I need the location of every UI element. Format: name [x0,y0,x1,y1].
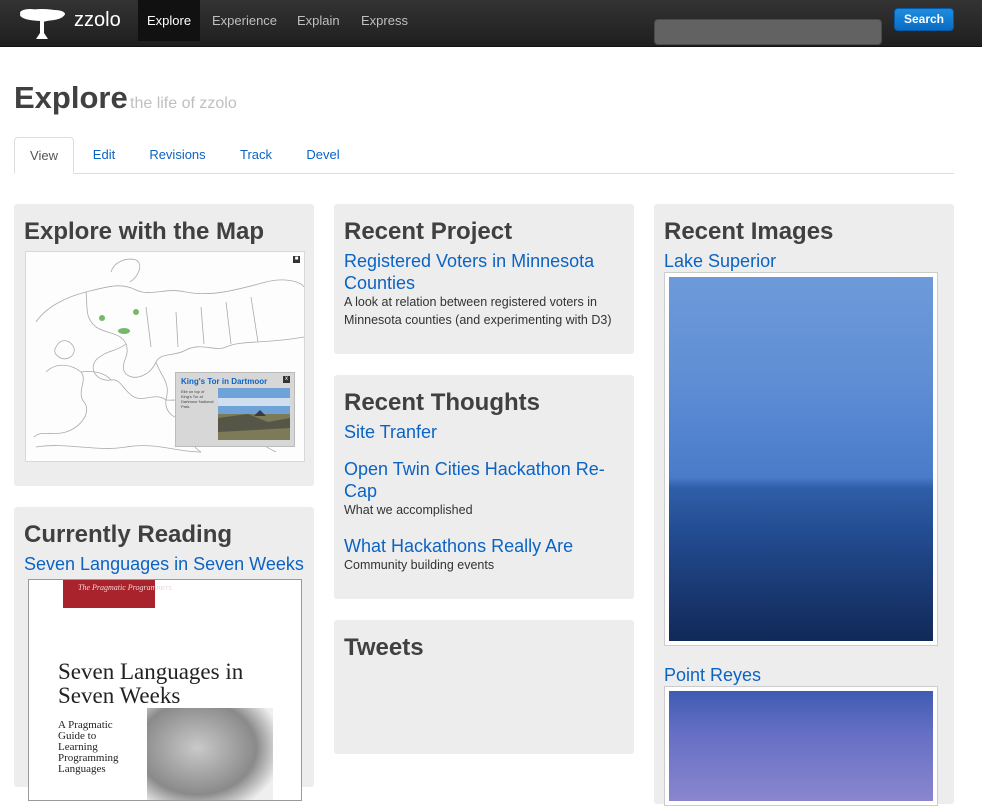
book-cover-title: Seven Languages in Seven Weeks [58,659,244,708]
nav-express[interactable]: Express [352,0,417,41]
tab-revisions[interactable]: Revisions [140,137,215,173]
photo-image [669,691,933,801]
search-input[interactable] [654,19,882,45]
tab-devel[interactable]: Devel [297,137,349,173]
images-panel: Recent Images Lake Superior Point Reyes [654,204,954,806]
tab-edit[interactable]: Edit [82,137,126,173]
europe-map[interactable]: ■ King's Tor in Dartmoor Elle on top of … [25,251,305,462]
project-description: A look at relation between registered vo… [344,295,612,327]
project-link[interactable]: Registered Voters in Minnesota Counties [344,250,614,294]
tab-track[interactable]: Track [231,137,281,173]
thoughts-panel: Recent Thoughts Site Tranfer Open Twin C… [334,375,634,599]
lake-superior-photo[interactable] [664,272,938,646]
reading-panel-title: Currently Reading [24,521,233,548]
thought-description: What we accomplished [344,503,473,517]
book-cover-publisher: The Pragmatic Programmers [78,583,172,592]
close-icon[interactable]: x [283,376,290,383]
map-popup-text: Elle on top of King's Tor at Dartmoor Na… [181,389,214,409]
point-reyes-photo[interactable] [664,686,938,806]
map-popup-title[interactable]: King's Tor in Dartmoor [181,377,267,386]
book-cover-subtitle: A Pragmatic Guide to Learning Programmin… [58,719,119,775]
book-link[interactable]: Seven Languages in Seven Weeks [24,553,304,575]
map-panel: Explore with the Map ■ King's Tor in Dar… [14,204,314,486]
tabs-divider [14,173,954,174]
page-subtitle: the life of zzolo [130,95,237,112]
map-popup[interactable]: King's Tor in Dartmoor Elle on top of Ki… [175,372,295,447]
thought-link[interactable]: What Hackathons Really Are [344,535,573,557]
map-fullscreen-icon[interactable]: ■ [293,256,300,263]
project-panel-title: Recent Project [344,218,513,245]
brand-name[interactable]: zzolo [74,9,121,32]
book-cover-art [147,708,273,800]
nav-explain[interactable]: Explain [288,0,349,41]
thoughts-panel-title: Recent Thoughts [344,389,540,416]
nav-experience[interactable]: Experience [203,0,286,41]
search-button[interactable]: Search [894,8,954,31]
map-panel-title: Explore with the Map [24,218,265,245]
thought-link[interactable]: Site Tranfer [344,421,437,443]
map-popup-photo[interactable] [218,388,290,440]
project-panel: Recent Project Registered Voters in Minn… [334,204,634,354]
page-title: Explore [14,80,128,115]
top-navbar: zzolo Explore Experience Explain Express… [0,0,982,47]
tweets-panel-title: Tweets [344,634,424,661]
reading-panel: Currently Reading Seven Languages in Sev… [14,507,314,801]
thought-link[interactable]: Open Twin Cities Hackathon Re-Cap [344,458,619,502]
thought-description: Community building events [344,558,495,572]
tweets-panel: Tweets [334,620,634,754]
tree-logo-icon[interactable] [14,5,72,41]
image-caption-link[interactable]: Lake Superior [664,250,776,272]
images-panel-title: Recent Images [664,218,834,245]
image-caption-link[interactable]: Point Reyes [664,664,761,686]
tab-view[interactable]: View [14,137,74,174]
book-cover[interactable]: The Pragmatic Programmers Seven Language… [28,579,302,801]
photo-image [669,277,933,641]
nav-explore[interactable]: Explore [138,0,201,41]
